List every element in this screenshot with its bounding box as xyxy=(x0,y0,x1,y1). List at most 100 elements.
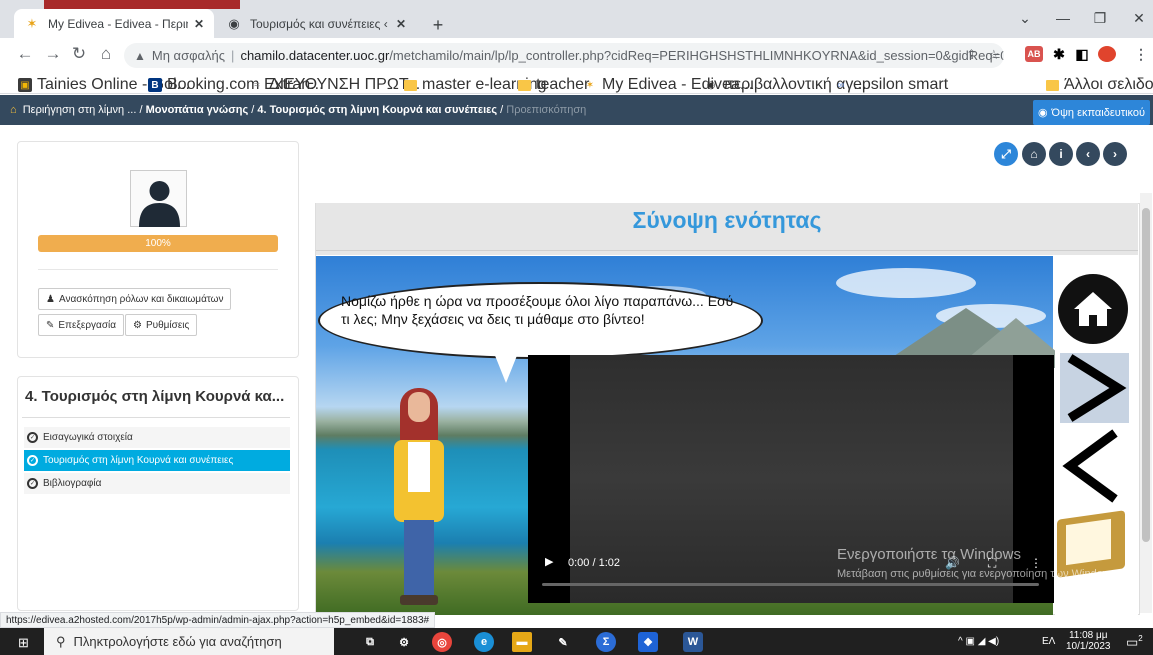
tab-title: Τουρισμός και συνέπειες ‹ Edit ‹ xyxy=(250,16,390,31)
windows-activation-text: Μετάβαση στις ρυθμίσεις για ενεργοποίηση… xyxy=(837,568,1120,580)
chevron-right-icon xyxy=(1067,354,1127,422)
windows-start-icon[interactable]: ⊞ xyxy=(18,635,29,651)
file-explorer-icon[interactable]: ▬ xyxy=(512,632,532,652)
chrome-icon[interactable]: ◎ xyxy=(432,632,452,652)
close-tab-icon[interactable]: ✕ xyxy=(194,17,204,31)
share-icon[interactable]: ⇪ xyxy=(966,47,977,63)
film-icon: ▣ xyxy=(18,78,32,92)
wordpress-icon: ◉ xyxy=(706,79,716,91)
tab-search-icon[interactable]: ⌄ xyxy=(1010,10,1040,27)
breadcrumb-lesson[interactable]: 4. Τουρισμός στη λίμνη Κουρνά και συνέπε… xyxy=(257,104,497,116)
next-icon[interactable]: › xyxy=(1103,142,1127,166)
profile-avatar[interactable] xyxy=(1098,46,1116,62)
previous-icon[interactable]: ‹ xyxy=(1076,142,1100,166)
divider xyxy=(38,269,278,270)
fullscreen-icon[interactable]: ⤢ xyxy=(994,142,1018,166)
bookmark-other[interactable]: Άλλοι σελιδοδείκτες xyxy=(1045,76,1153,94)
extension-abp-icon[interactable]: AB xyxy=(1025,46,1043,62)
new-tab-button[interactable]: + xyxy=(426,13,450,37)
learning-path-title: 4. Τουρισμός στη λίμνη Κουρνά κα... xyxy=(25,388,285,405)
minimize-icon[interactable]: — xyxy=(1048,10,1078,26)
folder-icon xyxy=(1045,78,1059,92)
home-icon[interactable]: ⌂ xyxy=(10,104,17,116)
windows-activation-title: Ενεργοποιήστε τα Windows xyxy=(837,546,1021,563)
check-circle-icon: ✓ xyxy=(27,432,38,443)
gear-icon: ⚙ xyxy=(133,319,142,331)
notification-icon[interactable]: ▭2 xyxy=(1126,634,1143,650)
close-window-icon[interactable]: ✕ xyxy=(1124,10,1153,27)
breadcrumb-separator: / xyxy=(251,104,255,116)
status-url: https://edivea.a2hosted.com/2017h5p/wp-a… xyxy=(0,612,436,628)
scrollbar-thumb[interactable] xyxy=(1142,208,1150,542)
home-icon[interactable]: ⌂ xyxy=(95,44,117,64)
tray-icons[interactable]: ^ ▣ ◢ ◀) xyxy=(958,636,999,647)
close-tab-icon[interactable]: ✕ xyxy=(396,17,406,31)
bookmark-epsilon[interactable]: ∞ epsilon smart xyxy=(834,76,948,94)
speech-bubble-text: Νομίζω ήρθε η ώρα να προσέξουμε όλοι λίγ… xyxy=(341,293,734,327)
bookmark-dieuthinsi[interactable]: ≈ ΔΙΕΥΘΥΝΣΗ ΠΡΩΤ... xyxy=(250,76,420,94)
lp-item-tourism[interactable]: ✓ Τουρισμός στη λίμνη Κουρνά και συνέπει… xyxy=(24,450,290,471)
teacher-view-button[interactable]: ◉ Όψη εκπαιδευτικού xyxy=(1033,100,1150,125)
calculator-icon[interactable]: Σ xyxy=(596,632,616,652)
address-host: chamilo.datacenter.uoc.gr xyxy=(240,48,390,63)
character-shoes xyxy=(400,595,438,605)
search-placeholder: Πληκτρολογήστε εδώ για αναζήτηση xyxy=(73,634,282,649)
reload-icon[interactable]: ↻ xyxy=(68,44,90,64)
clock[interactable]: 11:08 μμ 10/1/2023 xyxy=(1066,630,1111,652)
tab-title: My Edivea - Edivea - Περιήγηση σ xyxy=(48,16,188,31)
browser-tab-tourism[interactable]: ◉ Τουρισμός και συνέπειες ‹ Edit ‹ ✕ xyxy=(216,9,416,38)
divider xyxy=(22,417,290,418)
edge-icon[interactable]: e xyxy=(474,632,494,652)
edit-button[interactable]: ✎ Επεξεργασία xyxy=(38,314,124,336)
language-indicator[interactable]: ΕΛ xyxy=(1042,636,1055,647)
restore-icon[interactable]: ❐ xyxy=(1085,10,1115,27)
book-page xyxy=(1066,518,1111,566)
browser-tab-edivea[interactable]: ✶ My Edivea - Edivea - Περιήγηση σ ✕ xyxy=(14,9,214,38)
check-circle-icon: ✓ xyxy=(27,455,38,466)
sidepanel-icon[interactable]: ◧ xyxy=(1073,46,1091,62)
dropbox-icon[interactable]: ❖ xyxy=(638,632,658,652)
roles-review-label: Ανασκόπηση ρόλων και δικαιωμάτων xyxy=(58,293,224,305)
paint-icon[interactable]: ✎ xyxy=(553,632,573,652)
settings-gear-icon[interactable]: ⚙ xyxy=(394,632,414,652)
task-view-icon[interactable]: ⧉ xyxy=(360,632,380,652)
slide-home-button[interactable] xyxy=(1058,274,1128,344)
play-icon[interactable]: ▶ xyxy=(545,555,553,568)
extension-puzzle-icon[interactable]: ✱ xyxy=(1050,46,1068,62)
slide-prev-button[interactable] xyxy=(1060,428,1129,504)
address-separator: | xyxy=(231,48,235,63)
back-arrow-icon[interactable]: ← xyxy=(14,44,36,64)
search-icon: ⚲ xyxy=(56,633,66,649)
wordpress-favicon-icon: ◉ xyxy=(228,15,240,31)
info-icon[interactable]: i xyxy=(1049,142,1073,166)
settings-button[interactable]: ⚙ Ρυθμίσεις xyxy=(125,314,198,336)
content-title: Σύνοψη ενότητας xyxy=(632,207,822,233)
forward-arrow-icon[interactable]: → xyxy=(42,44,64,64)
bookmark-star-icon[interactable]: ☆ xyxy=(988,47,1000,63)
roles-review-button[interactable]: ♟ Ανασκόπηση ρόλων και δικαιωμάτων xyxy=(38,288,232,310)
avatar xyxy=(130,170,187,227)
bookmark-teacher[interactable]: teacher xyxy=(517,76,589,94)
breadcrumb-preview: Προεπισκόπηση xyxy=(506,104,587,116)
breadcrumb-learning-paths[interactable]: Μονοπάτια γνώσης xyxy=(146,104,249,116)
character-top xyxy=(408,442,430,492)
breadcrumb-separator: / xyxy=(139,104,143,116)
user-silhouette-icon xyxy=(139,181,180,227)
address-bar[interactable]: ▲ Μη ασφαλής | chamilo.datacenter.uoc.gr… xyxy=(124,43,1004,68)
user-icon: ♟ xyxy=(46,293,55,305)
word-icon[interactable]: W xyxy=(683,632,703,652)
lp-item-introduction[interactable]: ✓ Εισαγωγικά στοιχεία xyxy=(24,427,290,448)
home-icon[interactable]: ⌂ xyxy=(1022,142,1046,166)
breadcrumb-course[interactable]: Περιήγηση στη λίμνη ... xyxy=(23,104,137,116)
clock-date: 10/1/2023 xyxy=(1066,641,1111,652)
video-seek-bar[interactable] xyxy=(542,583,1039,586)
lp-item-bibliography[interactable]: ✓ Βιβλιογραφία xyxy=(24,473,290,494)
menu-kebab-icon[interactable]: ⋮ xyxy=(1132,46,1150,62)
folder-icon xyxy=(403,78,417,92)
slide-next-button[interactable] xyxy=(1060,353,1129,423)
taskbar-search[interactable]: ⚲ Πληκτρολογήστε εδώ για αναζήτηση xyxy=(44,628,334,655)
character-face xyxy=(408,392,430,422)
breadcrumb-separator: / xyxy=(500,104,504,116)
pencil-icon: ✎ xyxy=(46,319,55,331)
bookmark-label: epsilon smart xyxy=(853,76,949,93)
